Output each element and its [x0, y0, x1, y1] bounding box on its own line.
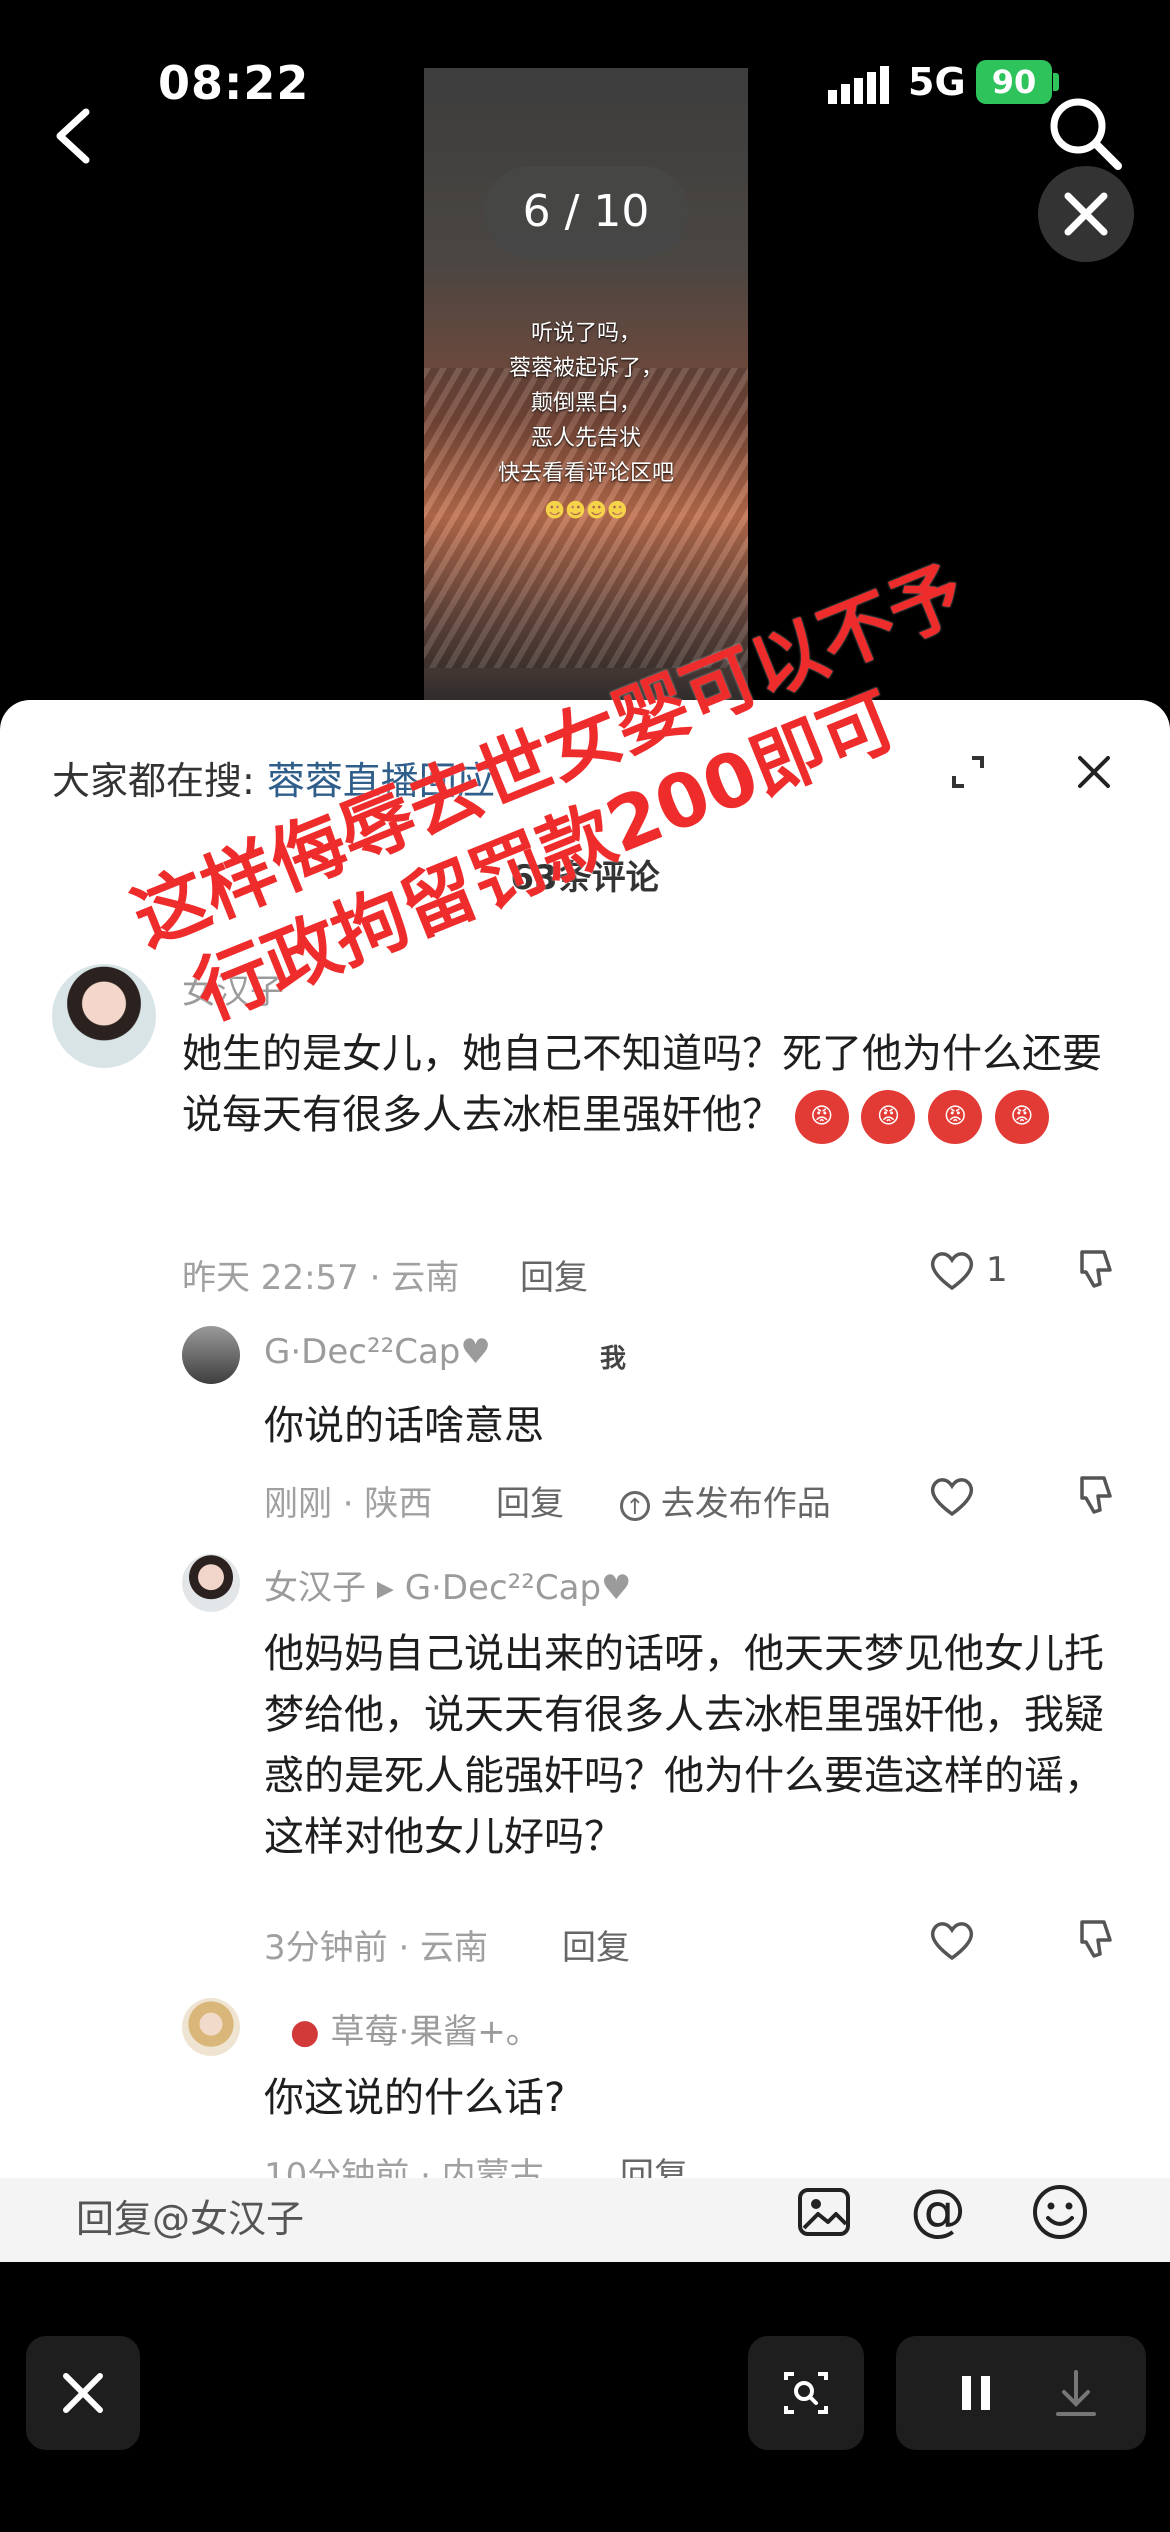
- comment-username[interactable]: G·Dec²²Cap♥: [264, 1332, 491, 1372]
- reply-target: G·Dec²²Cap♥: [404, 1568, 632, 1608]
- video-caption-line: 恶人先告状: [530, 426, 641, 451]
- search-suggestion-label: 大家都在搜:: [52, 759, 255, 803]
- pause-icon[interactable]: [936, 2336, 1016, 2450]
- comment-text: 她生的是女儿，她自己不知道吗？死了他为什么还要说每天有很多人去冰柜里强奸他？ 😡…: [182, 1024, 1122, 1146]
- close-icon: [63, 2373, 103, 2413]
- comment-username-text: 草莓·果酱+。: [330, 2012, 540, 2052]
- angry-emoji: 😡: [861, 1090, 916, 1144]
- video-preview[interactable]: 听说了吗， 蓉蓉被起诉了， 颠倒黑白， 恶人先告状 快去看看评论区吧 ☻☻☻☻: [424, 68, 748, 708]
- heart-icon[interactable]: [928, 1918, 976, 1962]
- comment-username[interactable]: ● 草莓·果酱+。: [290, 2004, 540, 2053]
- comment-meta: 昨天 22:57 · 云南: [182, 1258, 460, 1298]
- scan-icon: [784, 2372, 828, 2414]
- network-type: 5G: [908, 60, 966, 104]
- reply-input[interactable]: 回复@女汉子: [76, 2188, 304, 2243]
- avatar[interactable]: [182, 1554, 240, 1612]
- page-indicator: 6 / 10: [484, 166, 688, 258]
- comment-text: 你说的话啥意思: [264, 1403, 544, 1449]
- comment-meta: 刚刚 · 陕西: [264, 1484, 433, 1524]
- comment-text: 他妈妈自己说出来的话呀，他天天梦见他女儿托梦给他，说天天有很多人去冰柜里强奸他，…: [264, 1631, 1104, 1860]
- upload-icon: ↑: [620, 1490, 650, 1521]
- video-caption-line: 颠倒黑白，: [530, 391, 641, 416]
- playback-controls: [896, 2336, 1146, 2450]
- me-tag: 我: [600, 1344, 627, 1374]
- heart-icon[interactable]: [928, 1474, 976, 1518]
- video-emoji-row: ☻☻☻☻: [544, 498, 628, 522]
- publish-work-label: 去发布作品: [660, 1484, 831, 1524]
- thumbs-down-icon[interactable]: [1072, 1246, 1118, 1292]
- heart-icon[interactable]: [928, 1248, 976, 1292]
- thumbs-down-icon[interactable]: [1072, 1472, 1118, 1518]
- angry-emoji: 😡: [794, 1090, 849, 1144]
- reply-button[interactable]: 回复: [520, 1250, 588, 1299]
- scan-button[interactable]: [748, 2336, 864, 2450]
- video-caption-line: 听说了吗，: [530, 321, 641, 346]
- reply-author: 女汉子: [264, 1568, 366, 1608]
- angry-emoji: 😡: [994, 1090, 1049, 1144]
- back-icon[interactable]: [40, 96, 110, 176]
- smiley-icon[interactable]: [1030, 2182, 1090, 2242]
- comment-text: 你这说的什么话?: [264, 2075, 566, 2121]
- image-icon[interactable]: [796, 2184, 852, 2240]
- reply-button[interactable]: 回复: [496, 1476, 564, 1525]
- signal-icon: [828, 66, 889, 104]
- avatar[interactable]: [182, 1998, 240, 2056]
- search-icon[interactable]: [1040, 88, 1130, 178]
- at-icon[interactable]: @: [910, 2178, 966, 2243]
- comment-meta: 3分钟前 · 云南: [264, 1928, 489, 1968]
- download-icon[interactable]: [1036, 2336, 1116, 2450]
- close-icon[interactable]: [1072, 750, 1116, 794]
- video-caption-line: 蓉蓉被起诉了，: [508, 356, 663, 381]
- publish-work-button[interactable]: ↑ 去发布作品: [620, 1476, 831, 1525]
- close-icon: [1064, 192, 1108, 236]
- strawberry-icon: ●: [290, 2012, 320, 2052]
- comment-username[interactable]: 女汉子 ▸ G·Dec²²Cap♥: [264, 1560, 632, 1609]
- video-caption-line: 快去看看评论区吧: [497, 461, 674, 486]
- expand-icon[interactable]: [946, 750, 990, 794]
- close-viewer-button[interactable]: [1038, 166, 1134, 262]
- like-count: 1: [986, 1250, 1008, 1290]
- reply-arrow-icon: ▸: [376, 1568, 405, 1608]
- status-time: 08:22: [158, 56, 310, 110]
- angry-emoji: 😡: [928, 1090, 983, 1144]
- video-caption: 听说了吗， 蓉蓉被起诉了， 颠倒黑白， 恶人先告状 快去看看评论区吧: [424, 316, 748, 491]
- reply-button[interactable]: 回复: [562, 1920, 630, 1969]
- avatar[interactable]: [182, 1326, 240, 1384]
- close-button[interactable]: [26, 2336, 140, 2450]
- avatar[interactable]: [52, 964, 156, 1068]
- thumbs-down-icon[interactable]: [1072, 1916, 1118, 1962]
